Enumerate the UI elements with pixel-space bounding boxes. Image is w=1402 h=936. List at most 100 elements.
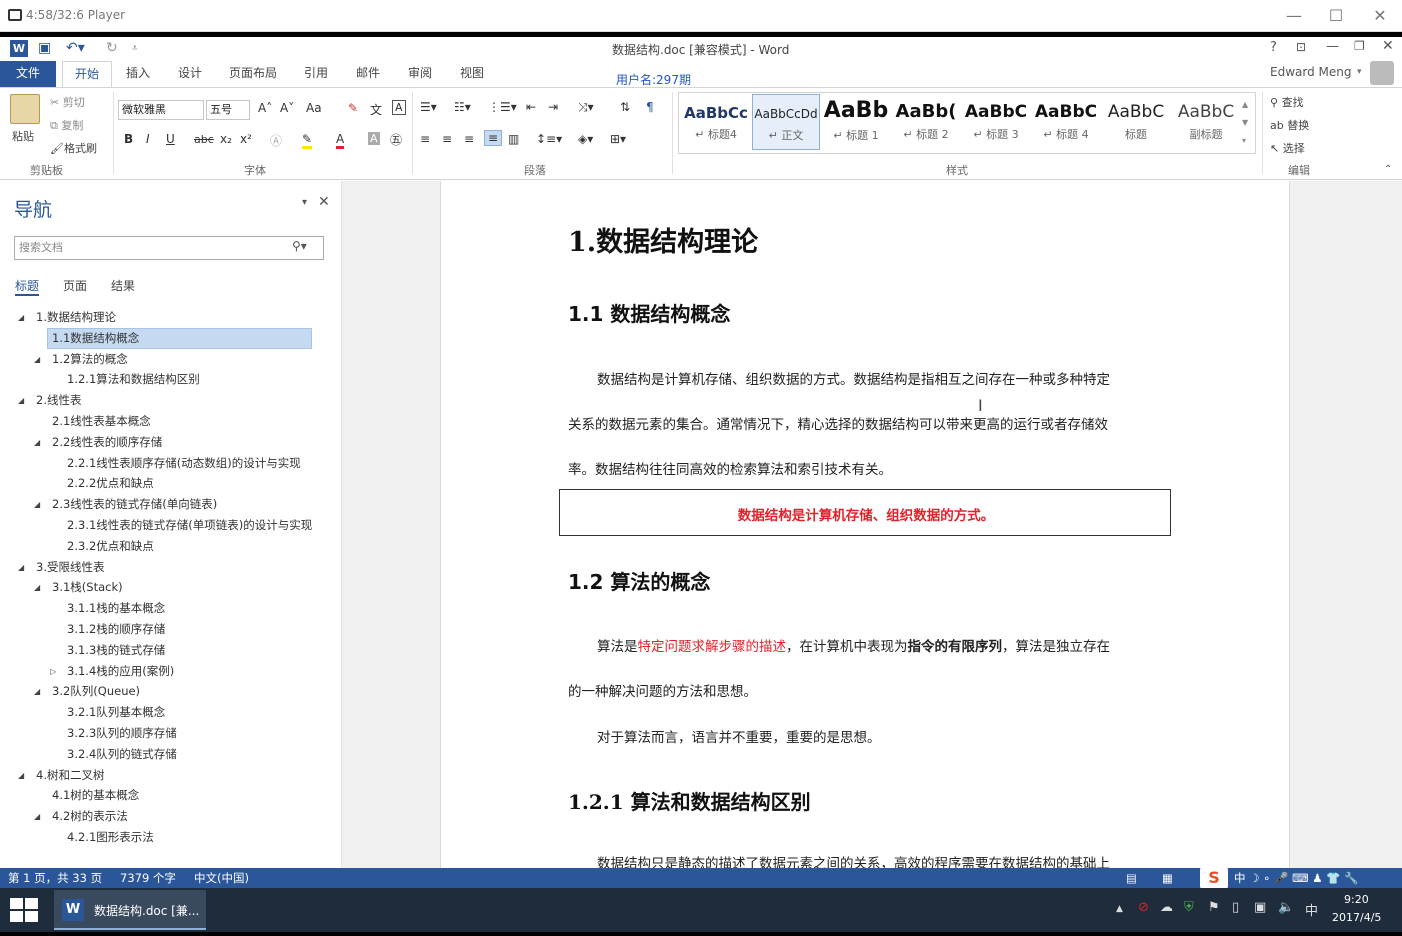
bullets-icon[interactable]: ☰▾ <box>420 100 437 114</box>
nav-heading-item[interactable]: ◢ 4.树和二叉树 <box>0 765 340 786</box>
nav-heading-item[interactable]: 3.2.4队列的链式存储 <box>0 744 340 765</box>
format-painter-button[interactable]: 🖌格式刷 <box>50 140 97 156</box>
tab-references[interactable]: 引用 <box>296 61 336 87</box>
maximize-button[interactable]: ☐ <box>1316 4 1356 28</box>
tab-home[interactable]: 开始 <box>62 61 112 87</box>
tab-view[interactable]: 视图 <box>452 61 492 87</box>
multilevel-list-icon[interactable]: ⋮☰▾ <box>488 100 517 114</box>
ime-toolbar-icon[interactable]: 中 ☽ ∘ 🎤 ⌨ ♟ 👕 🔧 <box>1234 868 1358 888</box>
nav-heading-item[interactable]: 4.1树的基本概念 <box>0 785 340 806</box>
display-tray-icon[interactable]: ▣ <box>1254 900 1266 915</box>
network-tray-icon[interactable]: ☁ <box>1160 900 1173 915</box>
styles-scroll-icon[interactable]: ▲ ▼ ▾ <box>1242 96 1248 150</box>
collapse-ribbon-icon[interactable]: ⌃ <box>1384 164 1392 175</box>
flag-tray-icon[interactable]: ⚑ <box>1208 900 1220 915</box>
nav-heading-item[interactable]: ◢ 1.数据结构理论 <box>0 307 340 328</box>
change-case-button[interactable]: Aa <box>306 101 322 115</box>
nav-heading-item[interactable]: 4.2.1图形表示法 <box>0 827 340 848</box>
collapse-triangle-icon[interactable]: ◢ <box>18 765 24 786</box>
collapse-triangle-icon[interactable]: ◢ <box>34 806 40 827</box>
strikethrough-button[interactable]: abc <box>194 133 214 146</box>
nav-heading-item[interactable]: ◢ 2.线性表 <box>0 390 340 411</box>
ribbon-display-icon[interactable]: ⊡ <box>1296 40 1306 54</box>
style-heading1[interactable]: AaBb ↵ 标题 1 <box>822 94 890 150</box>
nav-heading-item[interactable]: ◢ 3.2队列(Queue) <box>0 681 340 702</box>
taskbar-word-item[interactable]: W 数据结构.doc [兼... <box>54 890 206 930</box>
collapse-triangle-icon[interactable]: ◢ <box>18 557 24 578</box>
tab-design[interactable]: 设计 <box>170 61 210 87</box>
tab-results[interactable]: 结果 <box>111 277 135 294</box>
nav-heading-item[interactable]: 2.3.1线性表的链式存储(单项链表)的设计与实现 <box>0 515 340 536</box>
word-count[interactable]: 7379 个字 <box>120 868 176 888</box>
account-dropdown-icon[interactable]: ▾ <box>1357 67 1362 77</box>
tray-expand-icon[interactable]: ▲ <box>1116 904 1123 914</box>
style-heading4[interactable]: AaBbC ↵ 标题 4 <box>1032 94 1100 150</box>
select-button[interactable]: ↖ 选择 <box>1270 140 1305 156</box>
nav-heading-item[interactable]: 2.3.2优点和缺点 <box>0 536 340 557</box>
paragraph-line[interactable]: 算法是特定问题求解步骤的描述，在计算机中表现为指令的有限序列，算法是独立存在 <box>597 635 1110 655</box>
nav-heading-item[interactable]: 2.2.2优点和缺点 <box>0 473 340 494</box>
phonetic-guide-icon[interactable]: 文 <box>370 101 382 118</box>
nav-heading-item[interactable]: ◢ 3.受限线性表 <box>0 557 340 578</box>
heading-1[interactable]: 1.数据结构理论 <box>568 220 758 259</box>
underline-button[interactable]: U <box>166 132 175 146</box>
ime-indicator[interactable]: 中 <box>1305 900 1318 919</box>
heading-1-2[interactable]: 1.2 算法的概念 <box>568 566 710 595</box>
shrink-font-button[interactable]: A˅ <box>280 101 294 115</box>
highlight-icon[interactable]: ✎ <box>302 132 313 149</box>
tab-headings[interactable]: 标题 <box>15 277 40 296</box>
numbering-icon[interactable]: ☷▾ <box>454 100 471 114</box>
enclose-char-icon[interactable]: ㊄ <box>390 131 402 148</box>
nav-heading-item[interactable]: ◢ 2.3线性表的链式存储(单向链表) <box>0 494 340 515</box>
minimize-button[interactable]: — <box>1274 4 1314 28</box>
windows-start-icon[interactable] <box>8 896 40 924</box>
word-restore-button[interactable]: ❐ <box>1354 39 1365 53</box>
language[interactable]: 中文(中国) <box>194 868 249 888</box>
nav-heading-item[interactable]: 3.2.1队列基本概念 <box>0 702 340 723</box>
tab-file[interactable]: 文件 <box>0 61 56 87</box>
nav-heading-item[interactable]: 3.1.3栈的链式存储 <box>0 640 340 661</box>
collapse-triangle-icon[interactable]: ◢ <box>34 494 40 515</box>
word-minimize-button[interactable]: — <box>1326 39 1339 54</box>
collapse-triangle-icon[interactable]: ◢ <box>34 577 40 598</box>
clock-time[interactable]: 9:20 <box>1344 893 1369 906</box>
shield-tray-icon[interactable]: ⛨ <box>1184 900 1194 915</box>
align-right-icon[interactable]: ≡ <box>464 132 474 146</box>
justify-icon[interactable]: ≡ <box>484 130 503 146</box>
nav-heading-item[interactable]: ◢ 1.2算法的概念 <box>0 349 340 370</box>
heading-1-2-1[interactable]: 1.2.1 算法和数据结构区别 <box>568 786 811 815</box>
callout-box[interactable]: 数据结构是计算机存储、组织数据的方式。 <box>559 489 1171 536</box>
italic-button[interactable]: I <box>146 132 150 146</box>
style-title[interactable]: AaBbC 标题 <box>1102 94 1170 150</box>
char-shading-icon[interactable]: A <box>368 132 380 145</box>
collapse-triangle-icon[interactable]: ◢ <box>18 390 24 411</box>
font-size-combo[interactable]: 五号 <box>206 100 250 120</box>
tab-layout[interactable]: 页面布局 <box>224 61 282 87</box>
nav-close-icon[interactable]: ✕ <box>318 194 330 210</box>
distributed-icon[interactable]: ▥ <box>508 132 519 146</box>
help-button[interactable]: ? <box>1270 40 1277 55</box>
volume-icon[interactable]: 🔈 <box>1278 900 1294 915</box>
page-count[interactable]: 第 1 页，共 33 页 <box>8 868 102 888</box>
grow-font-button[interactable]: A˄ <box>258 101 272 115</box>
font-color-button[interactable]: A <box>336 132 345 149</box>
replace-button[interactable]: ab 替换 <box>1270 117 1309 133</box>
nav-heading-item[interactable]: ◢ 2.2线性表的顺序存储 <box>0 432 340 453</box>
subscript-button[interactable]: x₂ <box>220 132 232 146</box>
collapse-triangle-icon[interactable]: ◢ <box>18 307 24 328</box>
undo-icon[interactable]: ↶▾ <box>66 40 85 56</box>
sort-icon[interactable]: ⇅ <box>620 100 630 114</box>
borders-icon[interactable]: ⊞▾ <box>610 132 626 146</box>
find-button[interactable]: ⚲ 查找 <box>1270 94 1304 110</box>
paragraph-line[interactable]: 对于算法而言，语言并不重要，重要的是思想。 <box>597 726 881 746</box>
show-marks-icon[interactable]: ¶ <box>646 100 654 114</box>
paragraph-line[interactable]: 数据结构是计算机存储、组织数据的方式。数据结构是指相互之间存在一种或多种特定 <box>597 368 1110 388</box>
paste-icon[interactable] <box>10 94 40 124</box>
nav-heading-item[interactable]: 1.1数据结构概念 <box>0 328 340 349</box>
shading-icon[interactable]: ◈▾ <box>578 132 593 146</box>
line-spacing-icon[interactable]: ↕≡▾ <box>536 132 562 146</box>
nav-heading-item[interactable]: 2.2.1线性表顺序存储(动态数组)的设计与实现 <box>0 453 340 474</box>
close-button[interactable]: ✕ <box>1360 4 1400 28</box>
align-left-icon[interactable]: ≡ <box>420 132 430 146</box>
superscript-button[interactable]: x² <box>240 132 252 146</box>
